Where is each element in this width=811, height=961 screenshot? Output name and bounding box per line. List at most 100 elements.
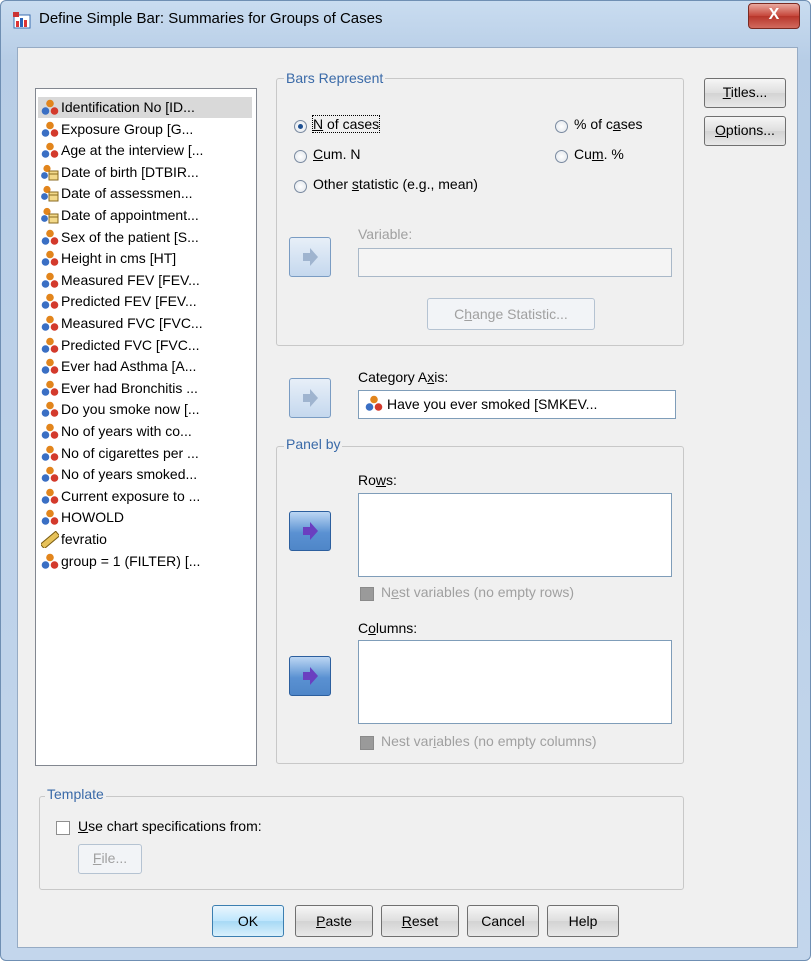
n-of-cases-label[interactable]: N of cases bbox=[311, 115, 381, 133]
rows-label: Rows: bbox=[358, 472, 397, 488]
close-button[interactable]: X bbox=[748, 3, 800, 29]
variable-move-button[interactable] bbox=[289, 237, 331, 277]
nominal-variable-icon bbox=[41, 380, 59, 396]
nominal-variable-icon bbox=[41, 488, 59, 504]
variable-list-item[interactable]: No of years with co... bbox=[38, 421, 252, 442]
nest-rows-label[interactable]: Nest variables (no empty rows) bbox=[381, 584, 574, 600]
window-title: Define Simple Bar: Summaries for Groups … bbox=[39, 10, 383, 27]
category-axis-field[interactable]: Have you ever smoked [SMKEV... bbox=[358, 390, 676, 419]
cum-pct-radio[interactable] bbox=[555, 150, 568, 163]
title-bar[interactable]: Define Simple Bar: Summaries for Groups … bbox=[1, 1, 810, 39]
variable-list[interactable]: Identification No [ID... Exposure Group [… bbox=[35, 88, 257, 766]
variable-label: Age at the interview [... bbox=[61, 142, 204, 159]
nest-rows-checkbox[interactable] bbox=[360, 587, 374, 601]
bars-represent-title: Bars Represent bbox=[284, 70, 386, 86]
nest-columns-checkbox[interactable] bbox=[360, 736, 374, 750]
variable-list-item[interactable]: Date of appointment... bbox=[38, 205, 252, 226]
variable-list-item[interactable]: HOWOLD bbox=[38, 507, 252, 528]
use-chart-spec-label[interactable]: Use chart specifications from: bbox=[78, 818, 262, 834]
other-statistic-radio[interactable] bbox=[294, 180, 307, 193]
variable-label: Exposure Group [G... bbox=[61, 120, 194, 137]
ok-button[interactable]: OK bbox=[212, 905, 284, 937]
date-variable-icon bbox=[41, 164, 59, 181]
variable-field[interactable] bbox=[358, 248, 672, 277]
nominal-variable-icon bbox=[41, 337, 59, 353]
variable-list-item[interactable]: Ever had Bronchitis ... bbox=[38, 378, 252, 399]
variable-list-item[interactable]: Sex of the patient [S... bbox=[38, 227, 252, 248]
variable-list-item[interactable]: Do you smoke now [... bbox=[38, 399, 252, 420]
nominal-variable-icon bbox=[41, 358, 59, 374]
nest-columns-label[interactable]: Nest variables (no empty columns) bbox=[381, 733, 597, 749]
variable-label: Sex of the patient [S... bbox=[61, 228, 199, 245]
variable-label: Current exposure to ... bbox=[61, 487, 201, 504]
rows-move-button[interactable] bbox=[289, 511, 331, 551]
nominal-variable-icon bbox=[41, 445, 59, 461]
cum-pct-label[interactable]: Cum. % bbox=[574, 146, 624, 162]
variable-label: Do you smoke now [... bbox=[61, 401, 200, 418]
dialog-window: Define Simple Bar: Summaries for Groups … bbox=[0, 0, 811, 961]
variable-list-item[interactable]: Measured FEV [FEV... bbox=[38, 270, 252, 291]
variable-label: HOWOLD bbox=[61, 509, 124, 526]
variable-list-item[interactable]: Age at the interview [... bbox=[38, 140, 252, 161]
variable-label: Date of birth [DTBIR... bbox=[61, 163, 199, 180]
options-button[interactable]: Options... bbox=[704, 116, 786, 146]
variable-list-item[interactable]: Exposure Group [G... bbox=[38, 119, 252, 140]
variable-list-item[interactable]: Current exposure to ... bbox=[38, 486, 252, 507]
nominal-variable-icon bbox=[41, 142, 59, 158]
rows-field[interactable] bbox=[358, 493, 672, 577]
reset-button[interactable]: Reset bbox=[381, 905, 459, 937]
nominal-variable-icon bbox=[41, 466, 59, 482]
close-icon: X bbox=[768, 6, 780, 23]
variable-list-item[interactable]: Height in cms [HT] bbox=[38, 248, 252, 269]
variable-label: Ever had Bronchitis ... bbox=[61, 379, 198, 396]
pct-of-cases-radio[interactable] bbox=[555, 120, 568, 133]
category-axis-label: Category Axis: bbox=[358, 369, 449, 385]
arrow-right-icon bbox=[303, 667, 318, 685]
help-button[interactable]: Help bbox=[547, 905, 619, 937]
cum-n-label[interactable]: Cum. N bbox=[313, 146, 360, 162]
nominal-variable-icon bbox=[41, 99, 59, 115]
template-title: Template bbox=[45, 786, 106, 802]
columns-move-button[interactable] bbox=[289, 656, 331, 696]
variable-list-item[interactable]: Ever had Asthma [A... bbox=[38, 356, 252, 377]
pct-of-cases-label[interactable]: % of cases bbox=[574, 116, 643, 132]
variable-label: Measured FEV [FEV... bbox=[61, 271, 200, 288]
nominal-variable-icon bbox=[41, 121, 59, 137]
nominal-variable-icon bbox=[41, 272, 59, 288]
cancel-button[interactable]: Cancel bbox=[467, 905, 539, 937]
panel-by-title: Panel by bbox=[284, 436, 343, 452]
template-group bbox=[39, 796, 684, 890]
variable-list-item[interactable]: Identification No [ID... bbox=[38, 97, 252, 118]
cum-n-radio[interactable] bbox=[294, 150, 307, 163]
variable-list-item[interactable]: No of cigarettes per ... bbox=[38, 443, 252, 464]
variable-list-item[interactable]: Predicted FVC [FVC... bbox=[38, 335, 252, 356]
variable-list-item[interactable]: Predicted FEV [FEV... bbox=[38, 291, 252, 312]
variable-label: Variable: bbox=[358, 226, 413, 242]
change-statistic-button[interactable]: Change Statistic... bbox=[427, 298, 595, 330]
columns-field[interactable] bbox=[358, 640, 672, 724]
variable-list-item[interactable]: group = 1 (FILTER) [... bbox=[38, 551, 252, 572]
variable-list-item[interactable]: Measured FVC [FVC... bbox=[38, 313, 252, 334]
chart-builder-icon bbox=[13, 12, 31, 29]
titles-button[interactable]: Titles... bbox=[704, 78, 786, 108]
category-axis-move-button[interactable] bbox=[289, 378, 331, 418]
use-chart-spec-checkbox[interactable] bbox=[56, 821, 70, 835]
ruler-scale-icon bbox=[41, 531, 59, 548]
n-of-cases-radio[interactable] bbox=[294, 120, 307, 133]
nominal-variable-icon bbox=[41, 315, 59, 331]
file-button[interactable]: File... bbox=[78, 844, 142, 874]
nominal-variable-icon bbox=[41, 553, 59, 569]
variable-label: No of years smoked... bbox=[61, 466, 198, 483]
variable-label: No of cigarettes per ... bbox=[61, 444, 199, 461]
date-variable-icon bbox=[41, 207, 59, 224]
variable-list-item[interactable]: fevratio bbox=[38, 529, 252, 550]
other-statistic-label[interactable]: Other statistic (e.g., mean) bbox=[313, 176, 478, 192]
variable-list-item[interactable]: Date of birth [DTBIR... bbox=[38, 162, 252, 183]
variable-label: fevratio bbox=[61, 531, 107, 547]
nominal-variable-icon bbox=[41, 229, 59, 245]
variable-list-item[interactable]: Date of assessmen... bbox=[38, 183, 252, 204]
date-variable-icon bbox=[41, 186, 59, 202]
paste-button[interactable]: Paste bbox=[295, 905, 373, 937]
variable-label: Date of assessmen... bbox=[61, 185, 193, 202]
variable-list-item[interactable]: No of years smoked... bbox=[38, 464, 252, 485]
